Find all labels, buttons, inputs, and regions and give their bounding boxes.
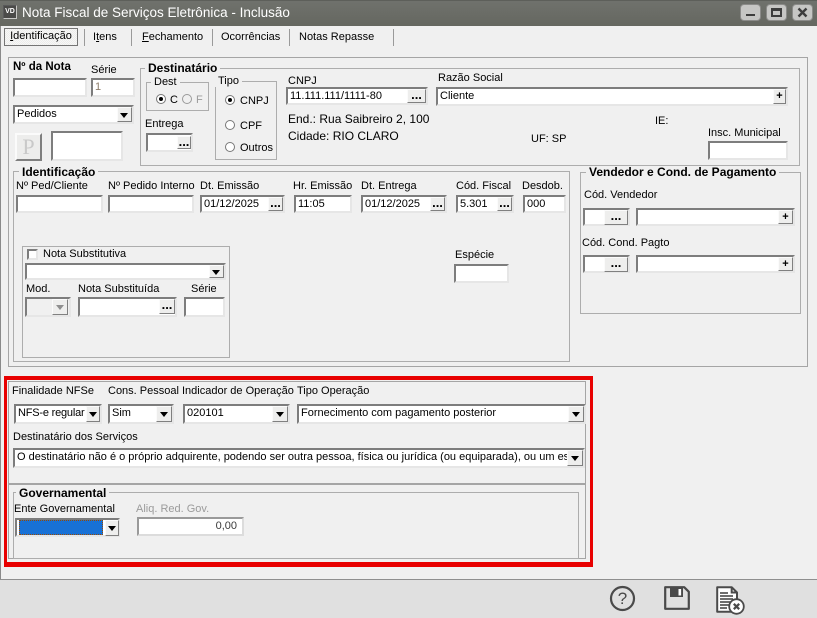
svg-text:?: ? — [618, 589, 627, 608]
